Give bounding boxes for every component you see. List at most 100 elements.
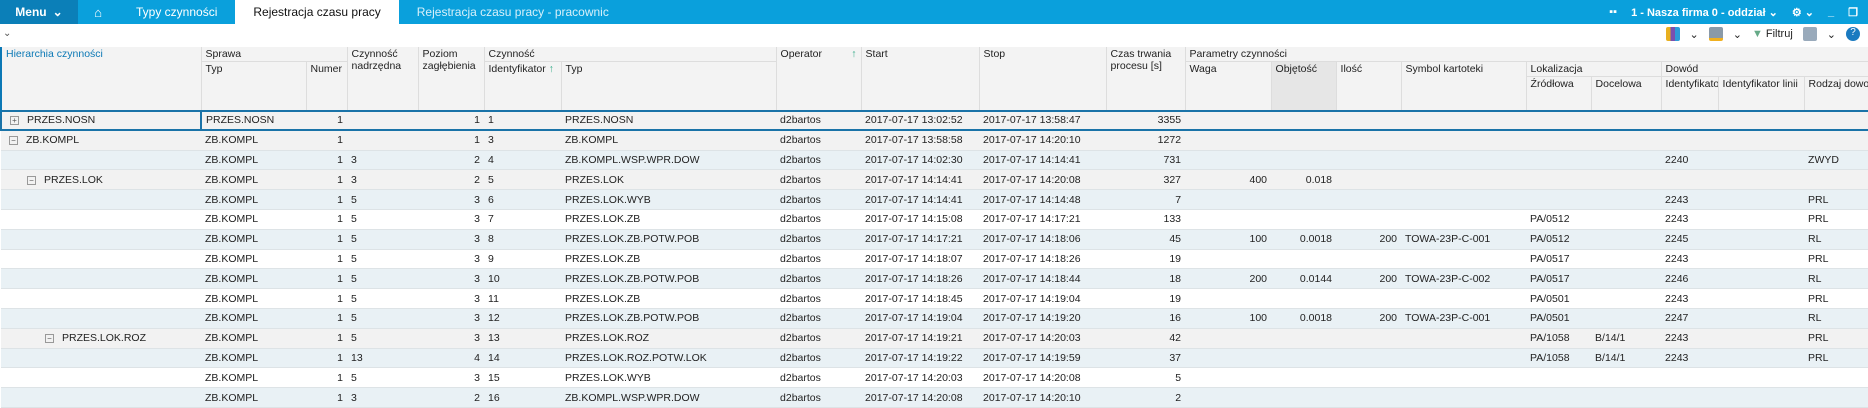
- grid-settings-icon[interactable]: [1802, 27, 1817, 41]
- cell[interactable]: [1804, 387, 1868, 408]
- table-row[interactable]: ZB.KOMPL 1 5 3 9 PRZES.LOK.ZB d2bartos 2017-07-…: [1, 249, 1868, 270]
- cell[interactable]: 3: [418, 249, 485, 270]
- cell[interactable]: ZB.KOMPL: [201, 348, 306, 369]
- tab-rejestracja-pracownik[interactable]: Rejestracja czasu pracy - pracownic: [399, 0, 627, 24]
- cell[interactable]: 3: [418, 229, 485, 250]
- col-waga[interactable]: Waga: [1185, 61, 1272, 111]
- cell[interactable]: [1336, 209, 1402, 230]
- cell[interactable]: 3: [418, 328, 485, 349]
- cell[interactable]: 2: [1106, 387, 1186, 408]
- cell[interactable]: [1271, 348, 1337, 369]
- col-rodzaj[interactable]: Rodzaj dowodu: [1804, 76, 1868, 111]
- cell[interactable]: ZB.KOMPL: [201, 308, 306, 329]
- cell[interactable]: [347, 130, 419, 151]
- table-row[interactable]: ZB.KOMPL 1 5 3 12 PRZES.LOK.ZB.POTW.POB d2bart…: [1, 308, 1868, 329]
- cell[interactable]: d2bartos: [776, 328, 862, 349]
- cell[interactable]: [1526, 387, 1592, 408]
- cell[interactable]: 5: [347, 328, 419, 349]
- cell[interactable]: [1401, 387, 1527, 408]
- cell[interactable]: PA/0517: [1526, 249, 1592, 270]
- gear-icon[interactable]: ⚙ ⌄: [1792, 6, 1814, 19]
- hierarchy-cell[interactable]: − PRZES.LOK.ROZ: [1, 328, 201, 349]
- cell[interactable]: [1336, 109, 1402, 132]
- cell[interactable]: 4: [484, 150, 562, 171]
- cell[interactable]: RL: [1804, 268, 1868, 290]
- cell[interactable]: 133: [1106, 209, 1186, 230]
- cell[interactable]: 1: [306, 130, 348, 151]
- col-czynnosc-typ[interactable]: Typ: [561, 61, 777, 111]
- cell[interactable]: [1591, 130, 1662, 151]
- cell[interactable]: PRZES.LOK.ZB: [561, 288, 777, 309]
- cell[interactable]: 3: [418, 268, 485, 290]
- cell[interactable]: 5: [347, 189, 419, 210]
- table-row[interactable]: + PRZES.NOSN PRZES.NOSN 1 1 1 PRZES.NOSN d2bart…: [0, 109, 1868, 132]
- cell[interactable]: [1271, 209, 1337, 230]
- cell[interactable]: [1661, 130, 1719, 151]
- cell[interactable]: d2bartos: [776, 109, 862, 132]
- cell[interactable]: 5: [347, 209, 419, 230]
- cell[interactable]: [1591, 189, 1662, 210]
- hierarchy-cell[interactable]: [1, 268, 201, 290]
- cell[interactable]: [1718, 387, 1805, 408]
- cell[interactable]: 13: [347, 348, 419, 369]
- cell[interactable]: [1185, 189, 1272, 210]
- cell[interactable]: [1185, 328, 1272, 349]
- collapse-icon[interactable]: −: [27, 175, 36, 185]
- cell[interactable]: 15: [484, 367, 562, 389]
- cell[interactable]: 2017-07-17 14:18:44: [979, 268, 1107, 290]
- cell[interactable]: [1591, 387, 1662, 408]
- cell[interactable]: 16: [484, 387, 562, 408]
- cell[interactable]: [1185, 109, 1272, 132]
- cell[interactable]: 2017-07-17 14:20:10: [979, 130, 1107, 151]
- col-sprawa-numer[interactable]: Numer: [306, 61, 348, 111]
- cell[interactable]: 200: [1185, 268, 1272, 290]
- cell[interactable]: 2017-07-17 14:19:20: [979, 308, 1107, 329]
- apps-icon[interactable]: ▪▪: [1609, 6, 1617, 18]
- cell[interactable]: 3: [418, 367, 485, 389]
- cell[interactable]: [1336, 169, 1402, 191]
- cell[interactable]: [1336, 189, 1402, 210]
- cell[interactable]: d2bartos: [776, 249, 862, 270]
- col-czynnosc-nadrzedna[interactable]: Czynność nadrzędna: [347, 47, 419, 111]
- cell[interactable]: 14: [484, 348, 562, 369]
- table-row[interactable]: ZB.KOMPL 1 5 3 7 PRZES.LOK.ZB d2bartos 2017-07-…: [1, 209, 1868, 230]
- cell[interactable]: 3: [347, 169, 419, 191]
- settings-warning-icon[interactable]: [1708, 27, 1723, 41]
- cell[interactable]: 1: [306, 268, 348, 290]
- cell[interactable]: ZB.KOMPL: [201, 367, 306, 389]
- chevron-down-icon[interactable]: ⌄: [1690, 28, 1699, 41]
- cell[interactable]: 3: [484, 130, 562, 151]
- cell[interactable]: 327: [1106, 169, 1186, 191]
- cell[interactable]: 2017-07-17 14:20:03: [861, 367, 980, 389]
- cell[interactable]: PRZES.LOK.WYB: [561, 189, 777, 210]
- cell[interactable]: 16: [1106, 308, 1186, 329]
- cell[interactable]: [1401, 189, 1527, 210]
- cell[interactable]: PRZES.NOSN: [561, 109, 777, 132]
- table-row[interactable]: ZB.KOMPL 1 5 3 10 PRZES.LOK.ZB.POTW.POB d2bart…: [1, 268, 1868, 290]
- cell[interactable]: 1: [306, 328, 348, 349]
- cell[interactable]: [1526, 169, 1592, 191]
- cell[interactable]: PRZES.LOK.ZB.POTW.POB: [561, 229, 777, 250]
- cell[interactable]: PRZES.LOK.ZB.POTW.POB: [561, 308, 777, 329]
- cell[interactable]: 2243: [1661, 348, 1719, 369]
- table-row[interactable]: ZB.KOMPL 1 5 3 15 PRZES.LOK.WYB d2bartos 2017-0…: [1, 367, 1868, 389]
- cell[interactable]: [1185, 150, 1272, 171]
- cell[interactable]: 200: [1336, 229, 1402, 250]
- cell[interactable]: 4: [418, 348, 485, 369]
- cell[interactable]: ZB.KOMPL: [201, 150, 306, 171]
- cell[interactable]: PRL: [1804, 209, 1868, 230]
- cell[interactable]: 5: [347, 249, 419, 270]
- cell[interactable]: [1661, 367, 1719, 389]
- cell[interactable]: PA/0501: [1526, 308, 1592, 329]
- col-stop[interactable]: Stop: [979, 47, 1107, 111]
- cell[interactable]: [1718, 109, 1805, 132]
- col-symbol[interactable]: Symbol kartoteki: [1401, 61, 1527, 111]
- cell[interactable]: [1336, 288, 1402, 309]
- cell[interactable]: [1336, 328, 1402, 349]
- cell[interactable]: 1: [484, 109, 562, 132]
- home-icon[interactable]: ⌂: [78, 5, 118, 20]
- cell[interactable]: 2243: [1661, 209, 1719, 230]
- cell[interactable]: ZB.KOMPL: [201, 387, 306, 408]
- cell[interactable]: 2243: [1661, 288, 1719, 309]
- cell[interactable]: 1: [306, 387, 348, 408]
